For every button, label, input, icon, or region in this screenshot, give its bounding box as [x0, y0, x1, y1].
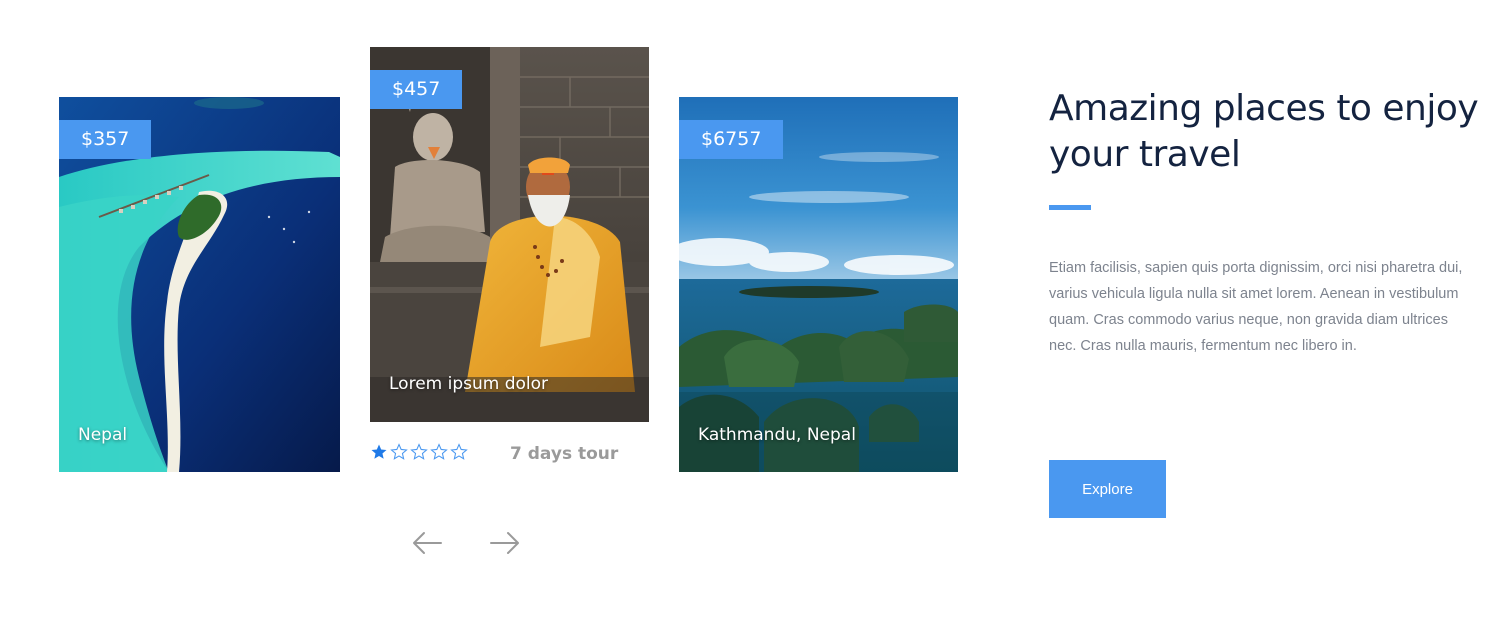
star-rating[interactable] [370, 441, 468, 463]
heading-divider [1049, 205, 1091, 210]
destination-card-featured[interactable]: $457 Lorem ipsum dolor [370, 47, 649, 422]
arrow-right-icon[interactable] [489, 530, 521, 556]
destination-title[interactable]: Nepal [78, 425, 127, 445]
section-description: Etiam facilisis, sapien quis porta digni… [1049, 260, 1463, 354]
star-filled-icon[interactable] [370, 443, 388, 461]
price-badge: $457 [370, 70, 463, 109]
star-outline-icon[interactable] [410, 443, 428, 461]
price-badge: $6757 [679, 120, 784, 159]
price-badge: $357 [59, 120, 152, 159]
explore-button[interactable]: Explore [1049, 460, 1166, 518]
destination-card-kathmandu[interactable]: $6757 Kathmandu, Nepal [679, 97, 958, 472]
arrow-left-icon[interactable] [411, 530, 443, 556]
star-outline-icon[interactable] [430, 443, 448, 461]
star-outline-icon[interactable] [390, 443, 408, 461]
star-outline-icon[interactable] [450, 443, 468, 461]
destination-card-nepal[interactable]: $357 Nepal [59, 97, 340, 472]
tour-duration: 7 days tour [510, 444, 619, 464]
destination-title[interactable]: Lorem ipsum dolor [389, 374, 548, 394]
section-heading: Amazing places to enjoy your travel [1049, 88, 1479, 175]
destination-title[interactable]: Kathmandu, Nepal [698, 425, 856, 445]
